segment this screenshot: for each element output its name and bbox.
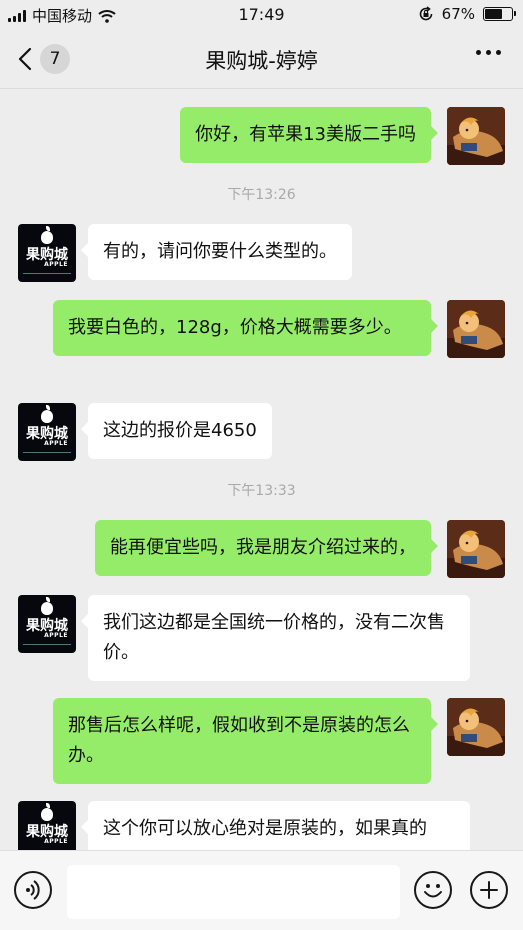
emoji-icon — [424, 884, 442, 898]
cartoon-avatar-image — [447, 300, 505, 358]
back-chevron-icon — [18, 47, 32, 71]
shop-logo-image: 果购城 APPLE — [18, 595, 76, 653]
message-input[interactable] — [67, 865, 400, 919]
message-bubble[interactable]: 能再便宜些吗，我是朋友介绍过来的， — [95, 520, 438, 576]
message-bubble[interactable]: 这边的报价是4650 — [81, 403, 272, 459]
my-avatar[interactable] — [447, 698, 505, 756]
voice-button[interactable] — [14, 871, 52, 909]
message-input-bar — [0, 850, 523, 930]
my-avatar[interactable] — [447, 520, 505, 578]
cartoon-avatar-image — [447, 520, 505, 578]
apple-logo-icon — [41, 597, 53, 615]
shop-avatar[interactable]: 果购城 APPLE — [18, 801, 76, 850]
chat-header: 7 果购城-婷婷 — [0, 30, 523, 88]
shop-avatar[interactable]: 果购城 APPLE — [18, 595, 76, 653]
cartoon-avatar-image — [447, 698, 505, 756]
plus-button[interactable] — [470, 871, 508, 909]
voice-icon — [26, 880, 40, 900]
shop-logo-image: 果购城 APPLE — [18, 224, 76, 282]
status-bar: 中国移动 17:49 67% — [0, 0, 523, 30]
shop-avatar[interactable]: 果购城 APPLE — [18, 403, 76, 461]
unread-count-badge: 7 — [40, 44, 70, 74]
apple-logo-icon — [41, 226, 53, 244]
my-avatar[interactable] — [447, 107, 505, 165]
battery-percentage: 67% — [441, 5, 475, 23]
message-bubble[interactable]: 我们这边都是全国统一价格的，没有二次售价。 — [81, 595, 470, 681]
battery-icon — [483, 7, 516, 21]
emoji-button[interactable] — [414, 871, 452, 909]
shop-avatar[interactable]: 果购城 APPLE — [18, 224, 76, 282]
my-avatar[interactable] — [447, 300, 505, 358]
message-bubble[interactable]: 这个你可以放心绝对是原装的，如果真的 — [81, 801, 470, 850]
orientation-lock-icon — [419, 6, 432, 21]
message-bubble[interactable]: 那售后怎么样呢，假如收到不是原装的怎么办。 — [53, 698, 438, 784]
message-timestamp: 下午13:26 — [227, 187, 296, 203]
cartoon-avatar-image — [447, 107, 505, 165]
apple-logo-icon — [41, 405, 53, 423]
message-bubble[interactable]: 我要白色的，128g，价格大概需要多少。 — [53, 300, 438, 356]
back-button[interactable]: 7 — [18, 42, 82, 76]
chat-messages[interactable]: 你好，有苹果13美版二手吗 下午13:26 果购城 APPLE 有的，请问你要什… — [0, 89, 523, 850]
message-bubble[interactable]: 有的，请问你要什么类型的。 — [81, 224, 352, 280]
apple-logo-icon — [41, 803, 53, 821]
shop-logo-image: 果购城 APPLE — [18, 403, 76, 461]
status-right: 67% — [418, 5, 516, 23]
message-bubble[interactable]: 你好，有苹果13美版二手吗 — [180, 107, 438, 163]
more-dots-icon[interactable] — [476, 50, 501, 55]
chat-title: 果购城-婷婷 — [205, 49, 318, 73]
shop-logo-image: 果购城 APPLE — [18, 801, 76, 850]
message-timestamp: 下午13:33 — [227, 483, 296, 499]
